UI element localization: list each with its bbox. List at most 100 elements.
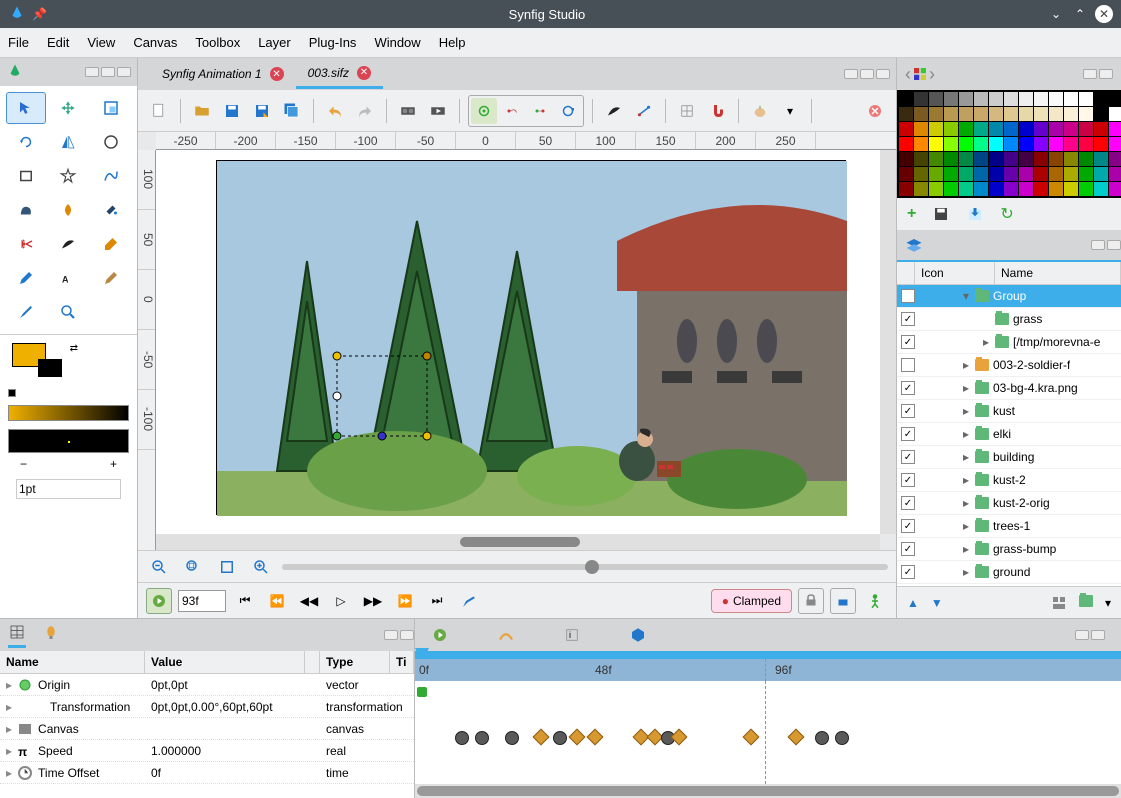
save-all-button[interactable] <box>279 98 305 124</box>
default-colors-icon[interactable] <box>8 389 16 397</box>
layer-visibility-checkbox[interactable]: ✓ <box>901 312 915 326</box>
menu-toolbox[interactable]: Toolbox <box>195 35 240 50</box>
palette-swatch[interactable] <box>1094 182 1108 196</box>
palette-swatch[interactable] <box>1019 152 1033 166</box>
palette-swatch[interactable] <box>1109 92 1121 106</box>
zoom-slider[interactable] <box>282 564 888 570</box>
palette-swatch[interactable] <box>1064 92 1078 106</box>
layer-row[interactable]: ✓ ▸ kust-2-orig <box>897 492 1121 515</box>
palette-swatch[interactable] <box>1109 182 1121 196</box>
palette-swatch[interactable] <box>1094 167 1108 181</box>
palette-swatch[interactable] <box>1049 107 1063 121</box>
draw-tool[interactable] <box>6 262 46 294</box>
palette-swatch[interactable] <box>929 137 943 151</box>
grid-button[interactable] <box>674 98 700 124</box>
palette-swatch[interactable] <box>1064 182 1078 196</box>
palette-swatch[interactable] <box>1109 137 1121 151</box>
palette-swatch[interactable] <box>899 167 913 181</box>
palette-swatch[interactable] <box>1079 152 1093 166</box>
param-row[interactable]: ▸Time Offset0ftime <box>0 762 414 784</box>
close-button[interactable]: ✕ <box>1095 5 1113 23</box>
layer-row[interactable]: ✓ ▸ ground <box>897 561 1121 584</box>
layer-expand-icon[interactable]: ▸ <box>961 473 971 487</box>
palette-swatch[interactable] <box>959 137 973 151</box>
animate-person-icon[interactable] <box>862 588 888 614</box>
palette-swatch[interactable] <box>1064 107 1078 121</box>
seek-prev-kf-icon[interactable]: ⏪ <box>264 588 290 614</box>
palette-swatch[interactable] <box>914 137 928 151</box>
width-tool[interactable] <box>48 228 88 260</box>
timeline-scrollbar[interactable] <box>415 784 1121 798</box>
mirror-tool[interactable] <box>48 126 88 158</box>
tl-tab-meta-icon[interactable]: i <box>563 626 581 644</box>
layer-visibility-checkbox[interactable]: ✓ <box>901 542 915 556</box>
onion-future-button[interactable] <box>555 98 581 124</box>
palette-swatch[interactable] <box>1034 152 1048 166</box>
palette-swatch[interactable] <box>1079 107 1093 121</box>
palette-swatch[interactable] <box>1004 182 1018 196</box>
tl-tab-animate-icon[interactable] <box>431 626 449 644</box>
palette-swatch[interactable] <box>944 107 958 121</box>
keyframe-diamond-icon[interactable] <box>587 729 604 746</box>
keyframe-diamond-icon[interactable] <box>671 729 688 746</box>
zoom-fit-icon[interactable] <box>180 554 206 580</box>
tangent-button[interactable] <box>631 98 657 124</box>
palette-swatch[interactable] <box>944 137 958 151</box>
layer-visibility-checkbox[interactable]: ✓ <box>901 289 915 303</box>
param-expand-icon[interactable]: ▸ <box>6 722 12 736</box>
rectangle-tool[interactable] <box>6 160 46 192</box>
cancel-button[interactable] <box>862 98 888 124</box>
palette-swatch[interactable] <box>1004 92 1018 106</box>
palette-swatch[interactable] <box>989 167 1003 181</box>
save-as-button[interactable] <box>249 98 275 124</box>
raise-layer-icon[interactable]: ▲ <box>907 596 919 610</box>
layer-expand-icon[interactable]: ▸ <box>961 519 971 533</box>
keyframe-waypoint-icon[interactable] <box>475 731 489 745</box>
palette-swatch[interactable] <box>1094 92 1108 106</box>
palette-swatch[interactable] <box>914 167 928 181</box>
layer-visibility-checkbox[interactable]: ✓ <box>901 335 915 349</box>
keyframe-diamond-icon[interactable] <box>788 729 805 746</box>
palette-swatch[interactable] <box>959 182 973 196</box>
palette-swatch[interactable] <box>914 182 928 196</box>
layer-row[interactable]: ✓ ▸ elki <box>897 423 1121 446</box>
scrollbar-vertical[interactable] <box>880 150 896 534</box>
palette-swatch[interactable] <box>929 122 943 136</box>
keyframe-diamond-icon[interactable] <box>569 729 586 746</box>
palette-swatch[interactable] <box>959 92 973 106</box>
new-layer-icon[interactable] <box>1079 595 1093 610</box>
palette-swatch[interactable] <box>914 122 928 136</box>
layer-expand-icon[interactable]: ▸ <box>981 335 991 349</box>
palette-swatch[interactable] <box>1064 152 1078 166</box>
palette-swatch[interactable] <box>959 152 973 166</box>
loop-icon[interactable] <box>456 588 482 614</box>
palette-swatch[interactable] <box>989 182 1003 196</box>
palette-swatch[interactable] <box>1034 107 1048 121</box>
keyframe-waypoint-icon[interactable] <box>815 731 829 745</box>
snap-button[interactable] <box>704 98 730 124</box>
layer-visibility-checkbox[interactable]: ✓ <box>901 427 915 441</box>
smooth-move-tool[interactable] <box>48 92 88 124</box>
palette-swatch[interactable] <box>929 92 943 106</box>
clamped-button[interactable]: ●Clamped <box>711 589 792 613</box>
region-tool[interactable] <box>6 194 46 226</box>
param-expand-icon[interactable]: ▸ <box>6 766 12 780</box>
layer-row[interactable]: ✓ ▾ Group <box>897 285 1121 308</box>
layer-expand-icon[interactable]: ▸ <box>961 542 971 556</box>
layer-visibility-checkbox[interactable]: ✓ <box>901 404 915 418</box>
width-plus[interactable]: + <box>110 457 117 471</box>
palette-swatch[interactable] <box>1064 137 1078 151</box>
palette-swatch[interactable] <box>1109 152 1121 166</box>
zoom-in-icon[interactable] <box>248 554 274 580</box>
palette-swatch[interactable] <box>1064 167 1078 181</box>
layer-visibility-checkbox[interactable]: ✓ <box>901 473 915 487</box>
palette-swatch[interactable] <box>1004 122 1018 136</box>
palette-swatch[interactable] <box>1094 122 1108 136</box>
layers-tab-icon[interactable] <box>905 236 923 254</box>
width-minus[interactable]: − <box>20 457 27 471</box>
palette-swatch[interactable] <box>1034 182 1048 196</box>
palette-swatch[interactable] <box>1004 107 1018 121</box>
gradient-tool[interactable] <box>48 194 88 226</box>
cutout-tool[interactable] <box>6 228 46 260</box>
palette-swatch[interactable] <box>989 122 1003 136</box>
